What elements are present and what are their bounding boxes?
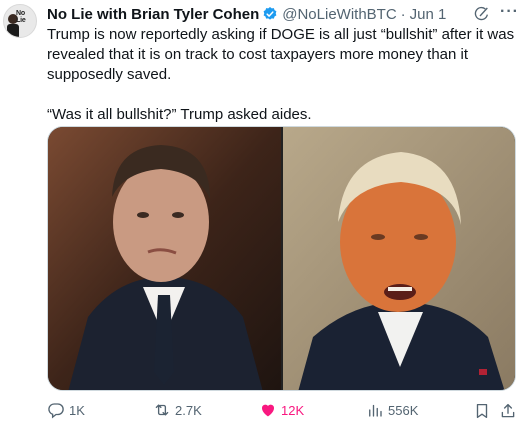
reply-icon <box>48 403 64 419</box>
tweet-header: No Lie with Brian Tyler Cohen @NoLieWith… <box>47 5 446 23</box>
action-bar: 1K 2.7K 12K 556K <box>47 401 519 421</box>
tweet: No Lie No Lie with Brian Tyler Cohen @No… <box>0 0 531 434</box>
author-name[interactable]: No Lie with Brian Tyler Cohen <box>47 6 259 23</box>
tweet-media[interactable] <box>47 126 516 391</box>
avatar-logo-text: No Lie <box>16 10 26 24</box>
tweet-text: Trump is now reportedly asking if DOGE i… <box>47 26 515 123</box>
header-separator: · <box>400 5 406 23</box>
avatar[interactable]: No Lie <box>3 4 37 38</box>
repost-count: 2.7K <box>175 402 202 418</box>
tweet-date[interactable]: Jun 1 <box>410 6 447 23</box>
repost-button[interactable]: 2.7K <box>153 401 202 419</box>
views-count: 556K <box>388 402 419 418</box>
views-button[interactable]: 556K <box>366 401 418 419</box>
bookmark-icon[interactable] <box>473 402 491 420</box>
repost-icon <box>155 404 169 416</box>
reply-count: 1K <box>69 402 85 418</box>
photo-right[interactable] <box>283 127 516 391</box>
like-count: 12K <box>281 402 305 418</box>
photo-left[interactable] <box>48 127 281 391</box>
more-options-icon[interactable]: ··· <box>500 4 520 21</box>
heart-icon <box>261 404 275 417</box>
author-handle[interactable]: @NoLieWithBTC <box>282 6 396 23</box>
grok-icon[interactable] <box>474 6 490 22</box>
verified-badge-icon[interactable] <box>262 6 278 22</box>
like-button[interactable]: 12K <box>259 401 304 419</box>
views-chart-icon <box>369 404 382 417</box>
share-icon[interactable] <box>499 402 517 420</box>
reply-button[interactable]: 1K <box>47 401 85 419</box>
